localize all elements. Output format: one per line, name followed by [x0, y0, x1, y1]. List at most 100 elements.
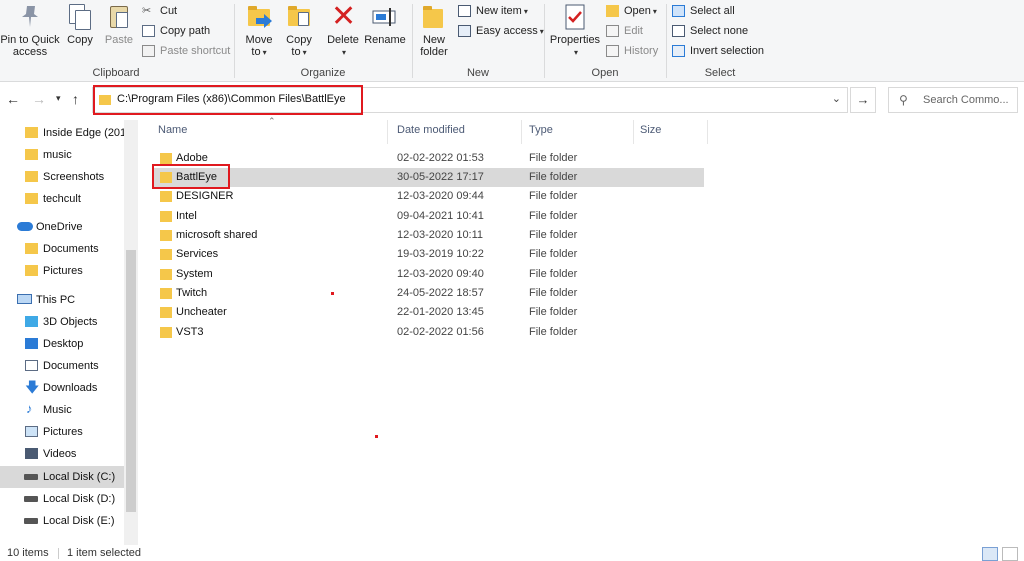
new-group: New folder New item ▾ Easy access ▾ New: [414, 0, 544, 82]
clipboard-group: Pin to Quick access Copy Paste ✂ Cut Cop…: [0, 0, 232, 82]
pictures-icon: [25, 426, 38, 437]
desktop-icon: [25, 338, 38, 349]
easy-access-button[interactable]: Easy access ▾: [456, 22, 544, 40]
history-button[interactable]: History: [604, 42, 658, 60]
new-folder-icon: [419, 2, 449, 32]
column-divider[interactable]: [633, 120, 634, 144]
nav-item-local-disk-d[interactable]: Local Disk (D:): [0, 488, 124, 510]
search-input[interactable]: [923, 91, 1015, 109]
folder-icon: [25, 149, 38, 160]
nav-item-techcult[interactable]: techcult: [0, 188, 124, 210]
up-arrow-icon[interactable]: ↑: [72, 91, 79, 107]
red-dot-marker: [331, 292, 334, 295]
search-box[interactable]: ⚲: [888, 87, 1018, 113]
file-row-designer[interactable]: DESIGNER 12-03-2020 09:44 File folder: [152, 187, 704, 206]
nav-item-this-pc[interactable]: This PC: [0, 289, 124, 311]
file-row-twitch[interactable]: Twitch 24-05-2022 18:57 File folder: [152, 284, 704, 303]
file-row-vst3[interactable]: VST3 02-02-2022 01:56 File folder: [152, 323, 704, 342]
nav-item-documents[interactable]: Documents: [0, 355, 124, 377]
nav-item-music[interactable]: ♪ Music: [0, 399, 124, 421]
column-header-size[interactable]: Size: [640, 124, 661, 136]
delete-button[interactable]: ✕ Delete ▾: [324, 2, 362, 59]
nav-item-music-folder[interactable]: music: [0, 144, 124, 166]
nav-item-local-disk-c[interactable]: Local Disk (C:): [0, 466, 124, 488]
scissors-icon: ✂: [142, 5, 152, 17]
nav-item-local-disk-e[interactable]: Local Disk (E:): [0, 510, 124, 532]
nav-pane-scroll-thumb[interactable]: [126, 250, 136, 512]
move-to-icon: [244, 2, 274, 32]
column-divider[interactable]: [707, 120, 708, 144]
open-group-label: Open: [591, 67, 619, 79]
forward-arrow-icon[interactable]: →: [32, 91, 46, 107]
back-arrow-icon[interactable]: ←: [6, 91, 20, 107]
ribbon-separator: [544, 4, 545, 78]
nav-item-inside-edge[interactable]: Inside Edge (201: [0, 122, 126, 144]
documents-icon: [25, 360, 38, 371]
nav-item-onedrive-pictures[interactable]: Pictures: [0, 260, 124, 282]
new-folder-button[interactable]: New folder: [416, 2, 452, 58]
nav-item-3d-objects[interactable]: 3D Objects: [0, 311, 124, 333]
folder-icon: [25, 243, 38, 254]
copy-path-button[interactable]: Copy path: [140, 22, 210, 40]
select-group: Select all Select none Invert selection …: [668, 0, 772, 82]
file-row-services[interactable]: Services 19-03-2019 10:22 File folder: [152, 245, 704, 264]
copy-button[interactable]: Copy: [64, 2, 96, 46]
column-divider[interactable]: [387, 120, 388, 144]
properties-button[interactable]: Properties ▾: [548, 2, 602, 59]
file-row-uncheater[interactable]: Uncheater 22-01-2020 13:45 File folder: [152, 303, 704, 322]
column-divider[interactable]: [521, 120, 522, 144]
cloud-icon: [17, 222, 33, 231]
delete-x-icon: ✕: [331, 0, 357, 33]
recent-locations-chevron-icon[interactable]: ▾: [56, 93, 61, 104]
nav-item-onedrive-documents[interactable]: Documents: [0, 238, 124, 260]
nav-item-pictures[interactable]: Pictures: [0, 421, 124, 443]
address-highlight-box: [93, 85, 363, 115]
column-header-date[interactable]: Date modified: [397, 124, 465, 136]
open-button[interactable]: Open ▾: [604, 2, 657, 20]
cut-button[interactable]: ✂ Cut: [140, 2, 177, 20]
easy-access-icon: [458, 25, 471, 37]
videos-icon: [25, 448, 38, 459]
refresh-button[interactable]: →: [850, 87, 876, 113]
column-header-type[interactable]: Type: [529, 124, 553, 136]
edit-button[interactable]: Edit: [604, 22, 643, 40]
edit-icon: [606, 25, 619, 37]
invert-selection-button[interactable]: Invert selection: [670, 42, 764, 60]
file-row-microsoft-shared[interactable]: microsoft shared 12-03-2020 10:11 File f…: [152, 226, 704, 245]
paste-shortcut-button[interactable]: Paste shortcut: [140, 42, 230, 60]
copy-to-button[interactable]: Copy to ▾: [280, 2, 318, 59]
folder-icon: [160, 307, 172, 318]
rename-button[interactable]: Rename: [364, 2, 406, 46]
properties-icon: [560, 2, 590, 32]
file-row-adobe[interactable]: Adobe 02-02-2022 01:53 File folder: [152, 149, 704, 168]
clipboard-group-label: Clipboard: [92, 67, 140, 79]
select-group-label: Select: [704, 67, 736, 79]
open-group: Properties ▾ Open ▾ Edit History Open: [546, 0, 664, 82]
drive-icon: [24, 518, 38, 524]
column-header-name[interactable]: Name: [158, 124, 187, 136]
item-count: 10 items: [7, 547, 49, 559]
pin-to-quick-access-button[interactable]: Pin to Quick access: [0, 2, 60, 58]
nav-item-desktop[interactable]: Desktop: [0, 333, 124, 355]
nav-item-videos[interactable]: Videos: [0, 443, 124, 465]
move-to-button[interactable]: Move to ▾: [240, 2, 278, 59]
details-view-icon[interactable]: [982, 547, 998, 561]
chevron-down-icon[interactable]: ⌄: [832, 92, 841, 105]
folder-icon: [25, 171, 38, 182]
organize-group: Move to ▾ Copy to ▾ ✕ Delete ▾ Rename Orga…: [236, 0, 410, 82]
file-row-battleye[interactable]: BattlEye 30-05-2022 17:17 File folder: [152, 168, 704, 187]
paste-button[interactable]: Paste: [102, 2, 136, 46]
folder-icon: [160, 269, 172, 280]
file-row-intel[interactable]: Intel 09-04-2021 10:41 File folder: [152, 207, 704, 226]
nav-item-downloads[interactable]: 🡇 Downloads: [0, 377, 124, 399]
nav-item-onedrive[interactable]: OneDrive: [0, 216, 124, 238]
copy-to-icon: [284, 2, 314, 32]
file-row-system[interactable]: System 12-03-2020 09:40 File folder: [152, 265, 704, 284]
select-none-icon: [672, 25, 685, 37]
new-item-button[interactable]: New item ▾: [456, 2, 528, 20]
nav-item-screenshots[interactable]: Screenshots: [0, 166, 124, 188]
select-all-button[interactable]: Select all: [670, 2, 735, 20]
select-none-button[interactable]: Select none: [670, 22, 748, 40]
large-icons-view-icon[interactable]: [1002, 547, 1018, 561]
open-folder-icon: [606, 5, 619, 17]
